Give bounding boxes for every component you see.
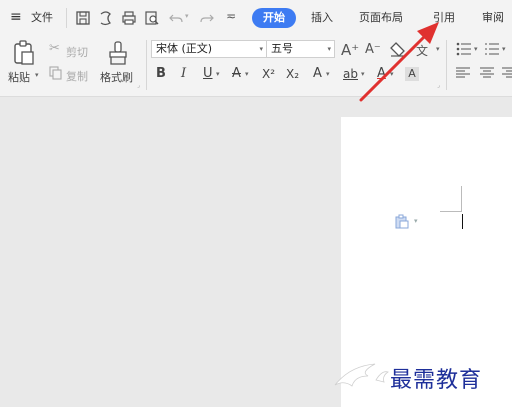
file-menu[interactable]: 文件 [31, 11, 53, 25]
numbered-list-icon[interactable] [484, 42, 500, 56]
paste-options-icon[interactable] [395, 214, 409, 229]
align-center-icon[interactable] [480, 67, 494, 79]
watermark-logo [334, 363, 389, 387]
font-name-combo[interactable]: 宋体 (正文) ▾ [151, 40, 267, 58]
text-cursor [462, 214, 463, 229]
scissors-icon: ✂ [49, 41, 60, 56]
format-painter-button[interactable]: 格式刷 [100, 69, 133, 85]
print-icon[interactable] [121, 10, 137, 26]
align-left-icon[interactable] [456, 67, 470, 79]
undo-icon[interactable] [168, 10, 184, 26]
chevron-down-icon[interactable]: ▾ [327, 41, 331, 57]
chevron-down-icon[interactable]: ▾ [414, 217, 418, 225]
clipboard-group-launcher-icon[interactable]: ⌟ [137, 82, 140, 89]
divider [66, 8, 67, 28]
chevron-down-icon[interactable]: ▾ [245, 70, 249, 78]
align-right-icon[interactable] [502, 67, 512, 79]
redo-icon[interactable] [199, 10, 215, 26]
font-size-combo[interactable]: 五号 ▾ [266, 40, 335, 58]
copy-button[interactable]: 复制 [66, 68, 88, 84]
paste-icon[interactable] [12, 40, 36, 66]
annotation-arrow [359, 22, 439, 102]
font-size-value: 五号 [271, 42, 293, 55]
customize-toolbar-icon[interactable]: ≂ [226, 9, 236, 23]
tab-start[interactable]: 开始 [252, 8, 296, 28]
margin-corner-mark [440, 211, 462, 212]
chevron-down-icon[interactable]: ▾ [502, 45, 506, 53]
divider [446, 40, 447, 90]
tab-review[interactable]: 审阅 [482, 11, 504, 25]
chevron-down-icon[interactable]: ▾ [474, 45, 478, 53]
copy-icon [49, 66, 62, 80]
strikethrough-button[interactable]: A [232, 66, 241, 82]
hamburger-menu-icon[interactable]: ≡ [10, 10, 22, 24]
italic-button[interactable]: I [181, 66, 186, 82]
text-effect-button[interactable]: A [313, 66, 322, 82]
bullet-list-icon[interactable] [456, 42, 472, 56]
subscript-button[interactable]: X₂ [286, 66, 299, 82]
export-pdf-icon[interactable] [98, 10, 114, 26]
chevron-down-icon[interactable]: ▾ [259, 41, 263, 57]
save-icon[interactable] [75, 10, 91, 26]
underline-button[interactable]: U [203, 66, 213, 82]
format-painter-icon[interactable] [106, 40, 130, 66]
margin-corner-mark [461, 186, 462, 212]
tab-insert[interactable]: 插入 [311, 11, 333, 25]
chevron-down-icon[interactable]: ▾ [326, 70, 330, 78]
font-name-value: 宋体 (正文) [156, 42, 213, 55]
cut-button[interactable]: 剪切 [66, 44, 88, 60]
print-preview-icon[interactable] [144, 10, 160, 26]
superscript-button[interactable]: X² [262, 66, 275, 82]
chevron-down-icon[interactable]: ▾ [216, 70, 220, 78]
divider [146, 40, 147, 90]
paste-dropdown-icon[interactable]: ▾ [35, 71, 39, 79]
paste-button[interactable]: 粘贴 [8, 69, 30, 85]
bold-button[interactable]: B [156, 66, 166, 82]
undo-dropdown-icon[interactable]: ▾ [185, 12, 189, 20]
watermark-text: 最需教育 [390, 368, 483, 393]
